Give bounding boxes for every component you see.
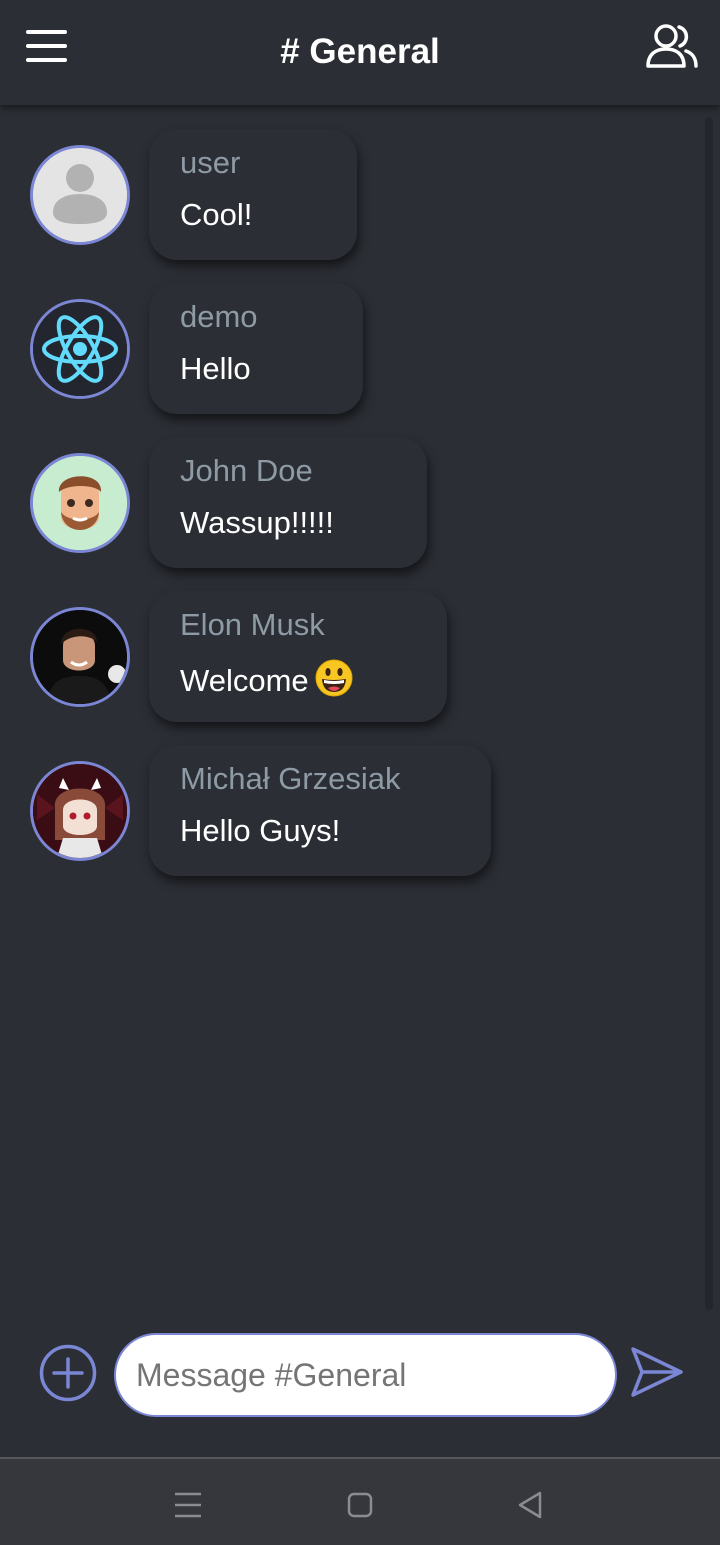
chat-app: # General user Cool! demo Hello John Doe… [0, 0, 720, 1545]
message-bubble: user Cool! [149, 129, 357, 260]
recent-apps-icon[interactable] [170, 1487, 206, 1523]
photo-avatar[interactable] [30, 607, 130, 707]
message-text-content: Welcome [180, 663, 309, 698]
message-item: Michał Grzesiak Hello Guys! [0, 721, 700, 876]
message-list-scrollbar[interactable] [705, 117, 713, 1310]
message-item: Elon Musk Welcome [0, 567, 700, 722]
anime-avatar[interactable] [30, 761, 130, 861]
grinning-face-emoji [315, 659, 353, 705]
message-bubble: John Doe Wassup!!!!! [149, 437, 427, 568]
react-logo-avatar[interactable] [30, 299, 130, 399]
message-item: demo Hello [0, 259, 700, 414]
default-user-avatar[interactable] [30, 145, 130, 245]
plus-circle-icon[interactable] [39, 1344, 97, 1402]
message-text: Cool! [180, 197, 253, 232]
message-item: user Cool! [0, 105, 700, 260]
message-text: Hello Guys! [180, 813, 341, 848]
message-text: Hello [180, 351, 251, 386]
message-author: John Doe [180, 453, 313, 488]
message-author: demo [180, 299, 258, 334]
users-icon[interactable] [644, 22, 700, 72]
message-author: user [180, 145, 241, 180]
channel-title: # General [280, 32, 440, 71]
send-icon[interactable] [628, 1343, 686, 1401]
channel-header: # General [0, 0, 720, 105]
system-navigation-bar [0, 1457, 720, 1545]
message-bubble: Elon Musk Welcome [149, 591, 447, 722]
message-author: Elon Musk [180, 607, 325, 642]
message-text: Welcome [180, 659, 416, 705]
message-input[interactable] [114, 1333, 617, 1417]
message-text: Wassup!!!!! [180, 505, 334, 540]
home-icon[interactable] [342, 1487, 378, 1523]
message-bubble: Michał Grzesiak Hello Guys! [149, 745, 491, 876]
back-icon[interactable] [512, 1487, 548, 1523]
message-bubble: demo Hello [149, 283, 363, 414]
message-author: Michał Grzesiak [180, 761, 401, 796]
message-list[interactable]: user Cool! demo Hello John Doe Wassup!!!… [0, 105, 720, 1320]
memoji-avatar[interactable] [30, 453, 130, 553]
message-item: John Doe Wassup!!!!! [0, 413, 700, 568]
